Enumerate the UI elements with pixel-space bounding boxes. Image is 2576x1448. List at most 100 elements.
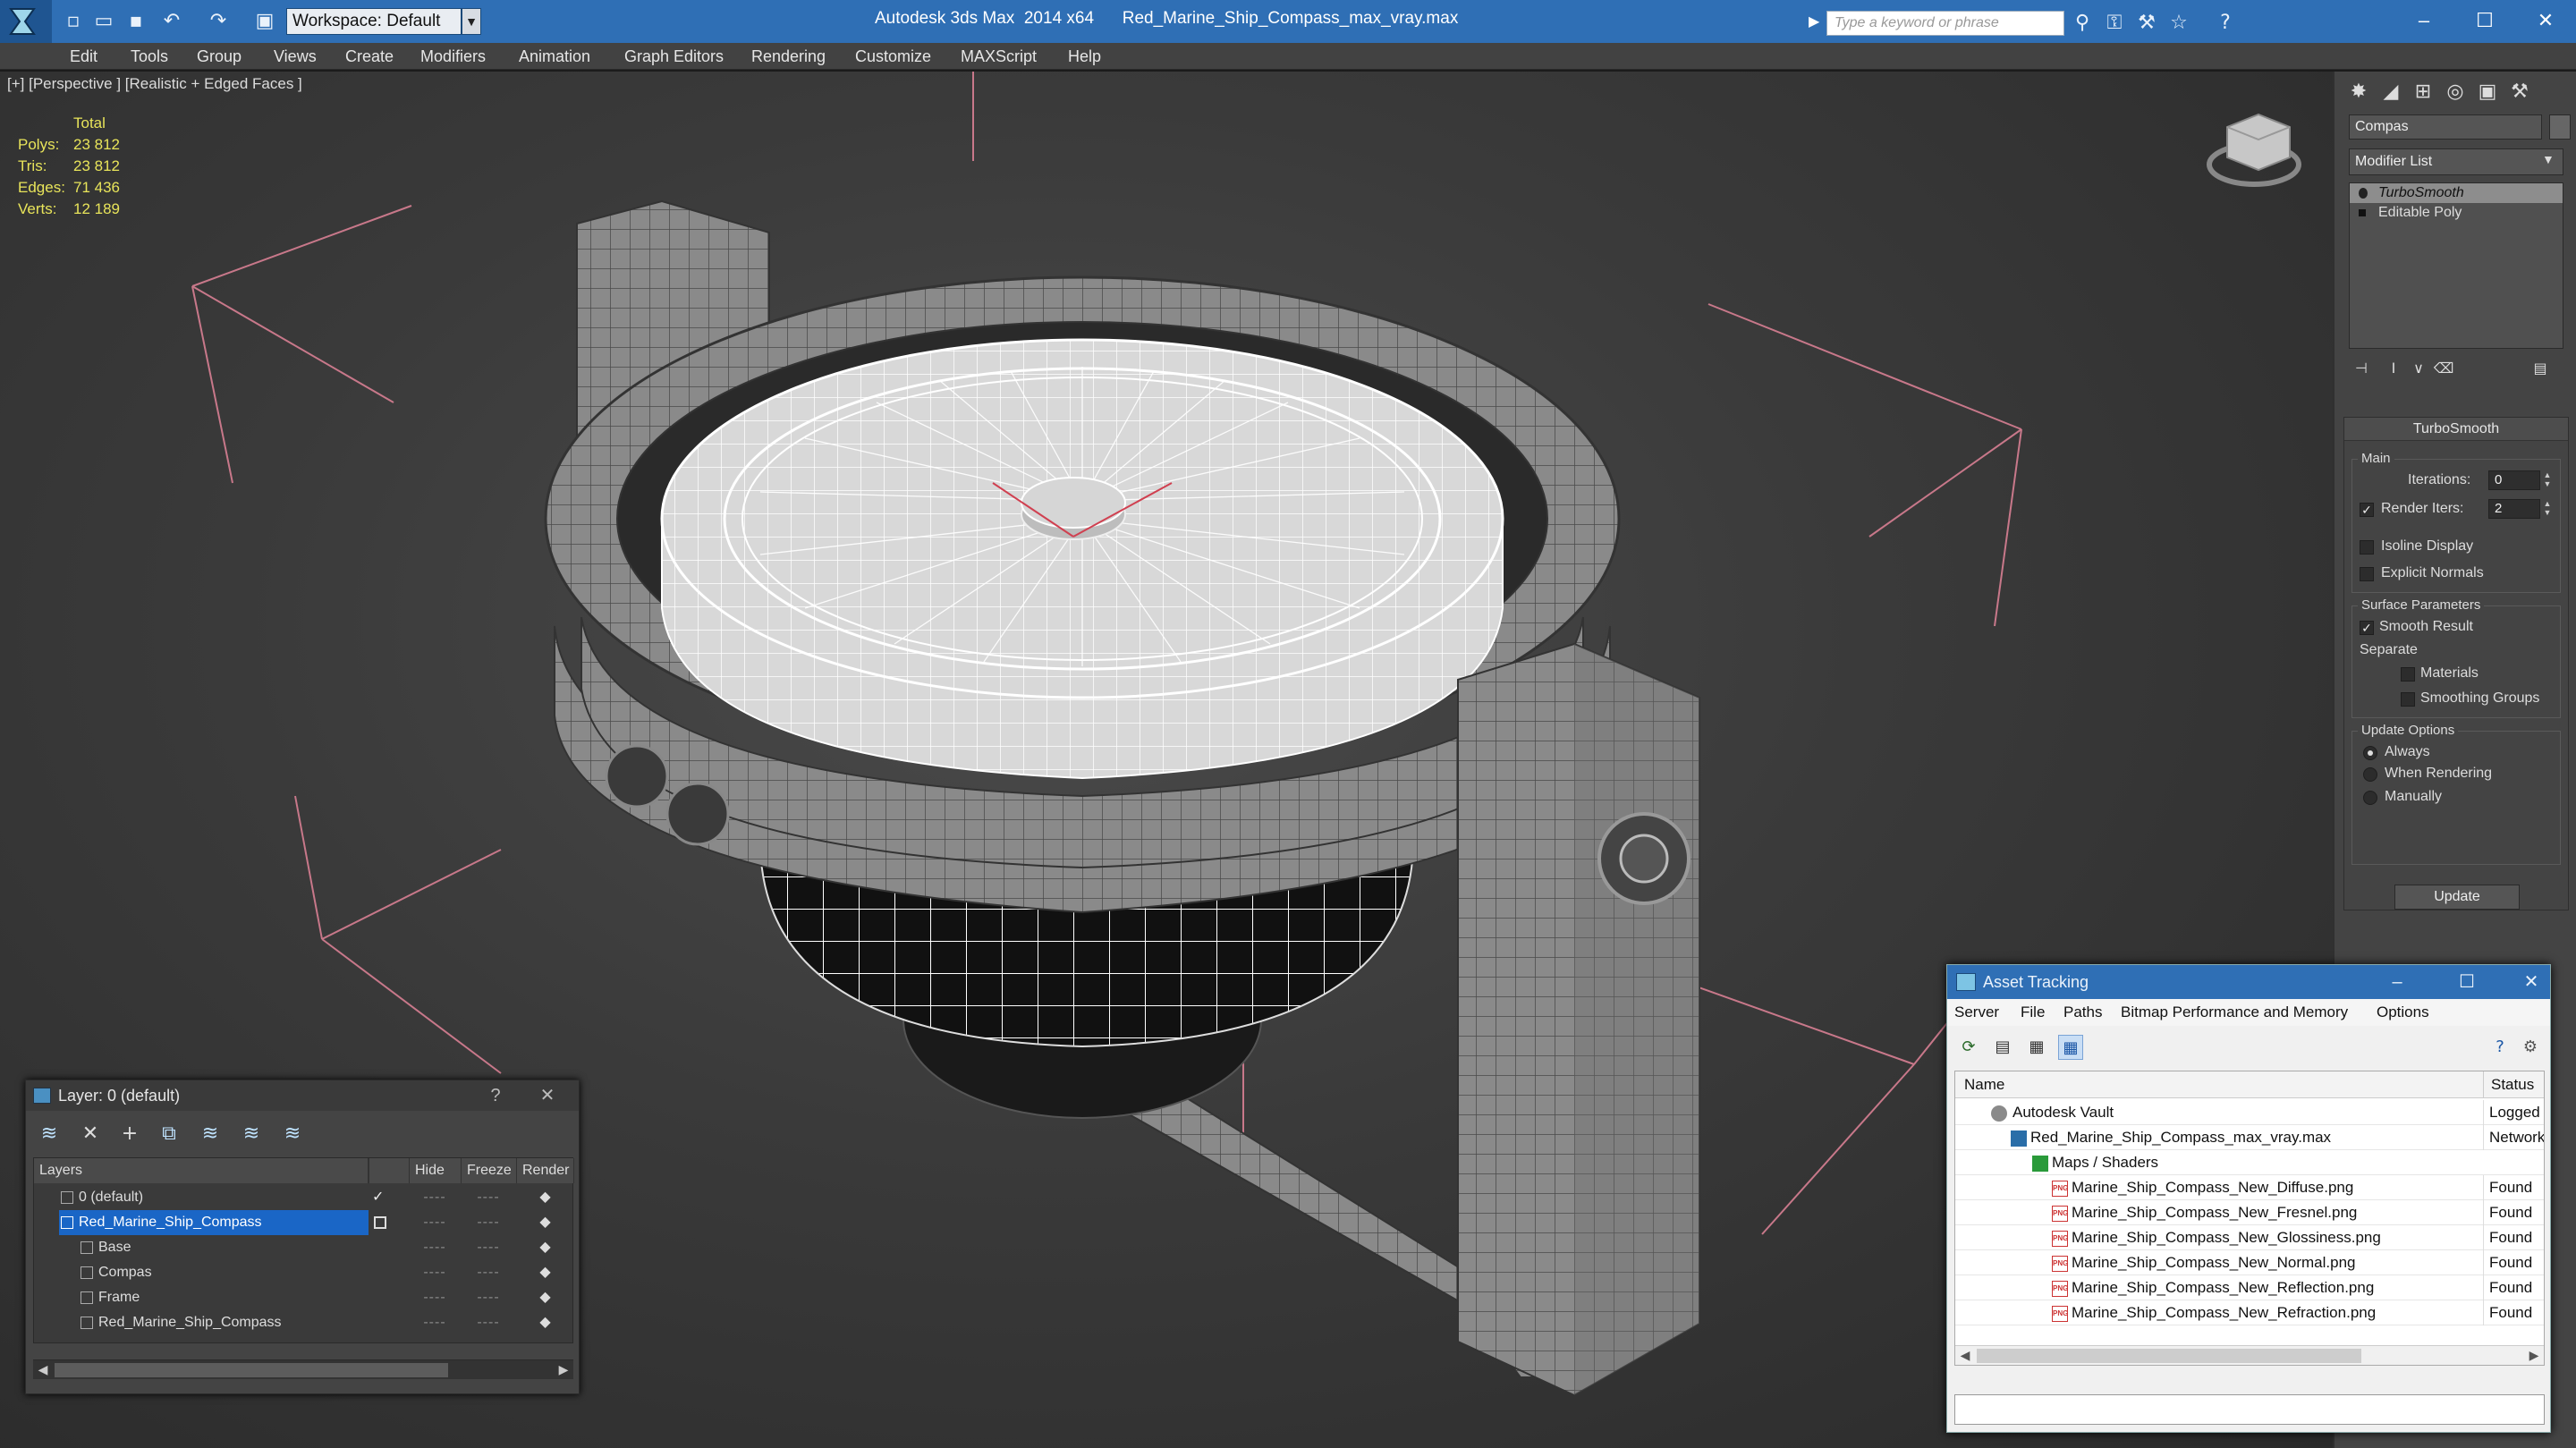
project-folder-icon[interactable]: ▣ <box>254 11 275 32</box>
menu-server[interactable]: Server <box>1954 1003 1999 1021</box>
spinner-arrows-icon[interactable]: ▲ ▼ <box>2542 499 2553 519</box>
maximize-button[interactable]: ☐ <box>2467 5 2503 36</box>
asset-path-field[interactable] <box>1954 1394 2545 1425</box>
menu-maxscript[interactable]: MAXScript <box>961 47 1037 66</box>
render-teapot-icon[interactable]: ◆ <box>521 1310 571 1335</box>
menu-rendering[interactable]: Rendering <box>751 47 826 66</box>
highlight-layer-icon[interactable]: ≋ <box>196 1122 225 1147</box>
tree-view-icon[interactable]: ▦ <box>2024 1035 2049 1060</box>
layer-row[interactable]: Compas ---- ---- ◆ <box>34 1260 574 1285</box>
save-icon[interactable]: ▪ <box>125 11 147 32</box>
remove-modifier-icon[interactable]: ⌫ <box>2431 358 2456 381</box>
settings-icon[interactable]: ⚙ <box>2518 1035 2543 1060</box>
menu-paths[interactable]: Paths <box>2063 1003 2102 1021</box>
column-header-render[interactable]: Render <box>517 1158 574 1183</box>
menu-edit[interactable]: Edit <box>70 47 97 66</box>
create-layer-icon[interactable]: ≋ <box>35 1122 64 1147</box>
hide-all-icon[interactable]: ≋ <box>237 1122 266 1147</box>
scroll-right-icon[interactable]: ▶ <box>555 1362 572 1377</box>
delete-layer-icon[interactable]: ✕ <box>76 1122 105 1147</box>
subscription-icon[interactable]: ⚿ <box>2104 13 2125 34</box>
scroll-right-icon[interactable]: ▶ <box>2526 1348 2542 1363</box>
minimize-button[interactable]: – <box>2384 969 2411 995</box>
asset-row[interactable]: Maps / Shaders <box>1955 1150 2544 1175</box>
object-color-swatch[interactable] <box>2549 114 2571 140</box>
freeze-toggle[interactable]: ---- <box>463 1235 513 1260</box>
menu-options[interactable]: Options <box>2377 1003 2429 1021</box>
isoline-display-checkbox[interactable] <box>2360 540 2374 555</box>
redo-icon[interactable]: ↷ <box>208 11 229 32</box>
hierarchy-tab-icon[interactable]: ⊞ <box>2408 77 2438 107</box>
help-icon[interactable]: ? <box>2487 1035 2512 1060</box>
materials-checkbox[interactable] <box>2401 667 2415 682</box>
hide-toggle[interactable]: ---- <box>410 1185 460 1210</box>
create-tab-icon[interactable]: ✸ <box>2343 77 2374 107</box>
column-header-name[interactable]: Name <box>1955 1071 2483 1098</box>
render-iters-checkbox[interactable]: ✓ <box>2360 503 2374 517</box>
iterations-spinner[interactable]: 0 <box>2488 470 2540 490</box>
display-tab-icon[interactable]: ▣ <box>2472 77 2503 107</box>
make-unique-icon[interactable]: ∨ <box>2406 358 2431 381</box>
communication-icon[interactable]: ⚒ <box>2136 13 2157 34</box>
rollout-title[interactable]: TurboSmooth <box>2344 418 2568 441</box>
menu-animation[interactable]: Animation <box>519 47 590 66</box>
close-button[interactable]: ✕ <box>2518 969 2545 995</box>
when-rendering-radio[interactable] <box>2363 767 2377 782</box>
chevron-down-icon[interactable]: ▼ <box>462 8 481 35</box>
explicit-normals-checkbox[interactable] <box>2360 567 2374 581</box>
select-objects-icon[interactable]: ⧉ <box>155 1122 183 1147</box>
active-layer-check-icon[interactable]: ✓ <box>372 1185 384 1210</box>
hide-toggle[interactable]: ---- <box>410 1260 460 1285</box>
configure-sets-icon[interactable]: ▤ <box>2528 358 2553 381</box>
object-name-field[interactable]: Compas <box>2349 114 2542 140</box>
smoothing-groups-checkbox[interactable] <box>2401 692 2415 707</box>
favorites-star-icon[interactable]: ☆ <box>2168 13 2190 34</box>
layer-row[interactable]: Base ---- ---- ◆ <box>34 1235 574 1260</box>
viewport-label[interactable]: [+] [Perspective ] [Realistic + Edged Fa… <box>7 75 302 93</box>
menu-customize[interactable]: Customize <box>855 47 931 66</box>
menu-tools[interactable]: Tools <box>131 47 168 66</box>
scroll-thumb[interactable] <box>1977 1349 2361 1363</box>
modifier-list-dropdown[interactable]: Modifier List <box>2349 148 2563 175</box>
asset-row[interactable]: PNG Marine_Ship_Compass_New_Diffuse.png F… <box>1955 1175 2544 1200</box>
column-header-freeze[interactable]: Freeze <box>462 1158 517 1183</box>
motion-tab-icon[interactable]: ◎ <box>2440 77 2470 107</box>
update-button[interactable]: Update <box>2394 885 2520 910</box>
table-view-icon[interactable]: ▦ <box>2058 1035 2083 1060</box>
asset-row[interactable]: Autodesk Vault Logged <box>1955 1100 2544 1125</box>
render-teapot-icon[interactable]: ◆ <box>521 1235 571 1260</box>
binoculars-icon[interactable]: ⚲ <box>2072 13 2093 34</box>
menu-file[interactable]: File <box>2021 1003 2045 1021</box>
freeze-toggle[interactable]: ---- <box>463 1210 513 1235</box>
render-teapot-icon[interactable]: ◆ <box>521 1210 571 1235</box>
refresh-icon[interactable]: ⟳ <box>1956 1035 1981 1060</box>
show-end-result-icon[interactable]: Ⅰ <box>2381 358 2406 381</box>
freeze-toggle[interactable]: ---- <box>463 1260 513 1285</box>
asset-row[interactable]: PNG Marine_Ship_Compass_New_Glossiness.pn… <box>1955 1225 2544 1250</box>
close-button[interactable]: ✕ <box>2528 5 2563 36</box>
viewcube-icon[interactable] <box>2207 113 2301 187</box>
spinner-arrows-icon[interactable]: ▲ ▼ <box>2542 470 2553 490</box>
asset-row[interactable]: Red_Marine_Ship_Compass_max_vray.max Net… <box>1955 1125 2544 1150</box>
hide-toggle[interactable]: ---- <box>410 1310 460 1335</box>
hide-toggle[interactable]: ---- <box>410 1235 460 1260</box>
column-header-layers[interactable]: Layers <box>34 1158 369 1183</box>
close-icon[interactable]: ✕ <box>536 1084 559 1107</box>
asset-row[interactable]: PNG Marine_Ship_Compass_New_Normal.png Fo… <box>1955 1250 2544 1275</box>
smooth-result-checkbox[interactable]: ✓ <box>2360 621 2374 635</box>
freeze-all-icon[interactable]: ≋ <box>278 1122 307 1147</box>
search-expand-icon[interactable]: ▶ <box>1809 13 1819 30</box>
pin-stack-icon[interactable]: ⊣ <box>2349 358 2374 381</box>
render-teapot-icon[interactable]: ◆ <box>521 1260 571 1285</box>
hide-toggle[interactable]: ---- <box>410 1210 460 1235</box>
layer-row[interactable]: Red_Marine_Ship_Compass ---- ---- ◆ <box>34 1210 574 1235</box>
hide-toggle[interactable]: ---- <box>410 1285 460 1310</box>
stack-item-turbosmooth[interactable]: TurboSmooth <box>2350 183 2563 203</box>
menu-create[interactable]: Create <box>345 47 394 66</box>
minimize-button[interactable]: – <box>2406 5 2442 36</box>
menu-help[interactable]: Help <box>1068 47 1101 66</box>
horizontal-scrollbar[interactable]: ◀ ▶ <box>33 1359 573 1379</box>
scroll-left-icon[interactable]: ◀ <box>1957 1348 1973 1363</box>
stack-item-editable-poly[interactable]: Editable Poly <box>2350 203 2563 223</box>
lightbulb-icon[interactable] <box>2359 188 2368 199</box>
